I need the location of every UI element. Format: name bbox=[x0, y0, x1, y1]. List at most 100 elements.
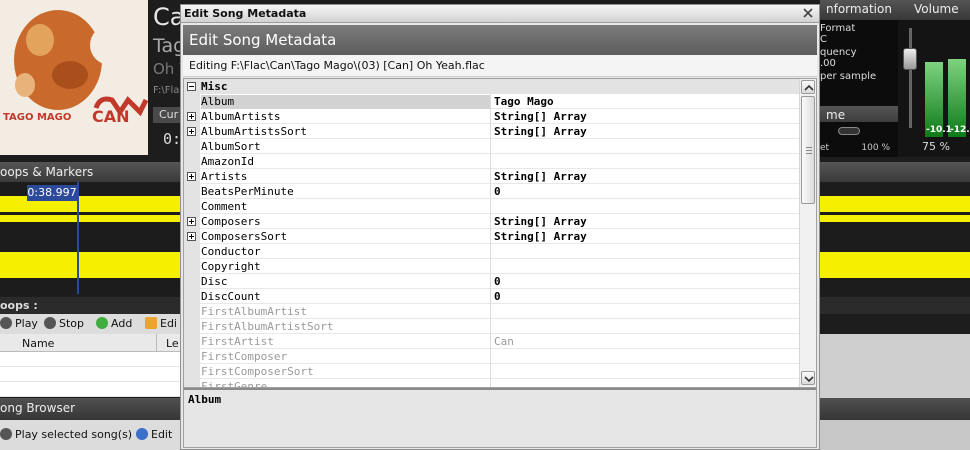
property-value[interactable]: Tago Mago bbox=[494, 95, 794, 109]
property-row[interactable]: Artists String[] Array bbox=[184, 169, 799, 184]
time-shift-knob[interactable] bbox=[838, 127, 860, 135]
expand-icon[interactable] bbox=[187, 127, 196, 136]
property-value[interactable] bbox=[494, 380, 794, 387]
vertical-scrollbar[interactable] bbox=[799, 79, 816, 387]
row-gutter bbox=[184, 139, 200, 154]
add-button[interactable]: Add bbox=[96, 317, 132, 330]
volume-db-right: -12.8 bbox=[950, 125, 970, 135]
marker-line[interactable] bbox=[77, 182, 79, 294]
expand-icon[interactable] bbox=[187, 172, 196, 181]
information-header: nformation bbox=[820, 0, 898, 20]
scroll-thumb[interactable] bbox=[801, 96, 815, 204]
row-gutter bbox=[184, 349, 200, 364]
property-row[interactable]: ComposersSort String[] Array bbox=[184, 229, 799, 244]
dialog-titlebar[interactable]: Edit Song Metadata bbox=[181, 5, 819, 23]
row-gutter bbox=[184, 124, 200, 139]
property-value[interactable]: String[] Array bbox=[494, 170, 794, 184]
property-row[interactable]: Copyright bbox=[184, 259, 799, 274]
property-value[interactable] bbox=[494, 365, 794, 379]
play-icon bbox=[0, 317, 12, 329]
property-name: Comment bbox=[201, 200, 248, 213]
property-value[interactable] bbox=[494, 350, 794, 364]
property-value[interactable]: String[] Array bbox=[494, 215, 794, 229]
stop-button[interactable]: Stop bbox=[44, 317, 84, 330]
property-row[interactable]: AmazonId bbox=[184, 154, 799, 169]
album-art: TAGO MAGO CAN bbox=[0, 0, 148, 155]
column-name[interactable]: Name bbox=[22, 337, 54, 350]
album-art-image: TAGO MAGO CAN bbox=[0, 0, 148, 155]
property-value[interactable]: 0 bbox=[494, 275, 794, 289]
property-row[interactable]: FirstAlbumArtistSort bbox=[184, 319, 799, 334]
property-value[interactable]: String[] Array bbox=[494, 230, 794, 244]
property-value[interactable]: String[] Array bbox=[494, 110, 794, 124]
category-row[interactable]: Misc bbox=[184, 79, 799, 94]
property-value[interactable] bbox=[494, 260, 794, 274]
scroll-grip bbox=[806, 153, 812, 154]
help-title: Album bbox=[188, 393, 222, 406]
property-row[interactable]: Album Tago Mago bbox=[184, 94, 799, 109]
property-row[interactable]: AlbumSort bbox=[184, 139, 799, 154]
property-row[interactable]: AlbumArtistsSort String[] Array bbox=[184, 124, 799, 139]
property-name: FirstAlbumArtist bbox=[201, 305, 307, 318]
property-row[interactable]: DiscCount 0 bbox=[184, 289, 799, 304]
scroll-up-button[interactable] bbox=[801, 80, 815, 94]
add-button-label: Add bbox=[111, 317, 133, 330]
column-length[interactable]: Le bbox=[166, 337, 179, 350]
property-value[interactable] bbox=[494, 200, 794, 214]
property-value[interactable] bbox=[494, 245, 794, 259]
row-gutter bbox=[184, 229, 200, 244]
expand-icon[interactable] bbox=[187, 232, 196, 241]
right-panel-area-bottom bbox=[820, 420, 970, 450]
property-row[interactable]: BeatsPerMinute 0 bbox=[184, 184, 799, 199]
property-row[interactable]: FirstGenre bbox=[184, 379, 799, 387]
edit-icon bbox=[145, 317, 157, 329]
volume-slider-thumb[interactable] bbox=[903, 48, 917, 70]
property-value[interactable]: 0 bbox=[494, 185, 794, 199]
property-row[interactable]: AlbumArtists String[] Array bbox=[184, 109, 799, 124]
property-name: AlbumArtists bbox=[201, 110, 281, 123]
expand-icon[interactable] bbox=[187, 217, 196, 226]
song-edit-button[interactable]: Edit bbox=[136, 428, 172, 441]
property-value[interactable] bbox=[494, 305, 794, 319]
time-shift-left-label: et bbox=[820, 143, 830, 153]
property-row[interactable]: Conductor bbox=[184, 244, 799, 259]
album-art-text-right: CAN bbox=[92, 107, 130, 126]
collapse-icon[interactable] bbox=[187, 82, 196, 91]
edit-button[interactable]: Edi bbox=[145, 317, 177, 330]
info-line: .00 bbox=[820, 58, 836, 69]
property-row[interactable]: FirstAlbumArtist bbox=[184, 304, 799, 319]
property-grid[interactable]: Misc Album Tago Mago AlbumArtists String[] … bbox=[183, 78, 817, 388]
column-separator bbox=[490, 349, 491, 364]
property-row[interactable]: Disc 0 bbox=[184, 274, 799, 289]
property-value[interactable] bbox=[494, 155, 794, 169]
row-gutter bbox=[184, 274, 200, 289]
marker-time-label: 0:38.997 bbox=[27, 185, 77, 201]
property-value[interactable] bbox=[494, 320, 794, 334]
play-button-label: Play bbox=[15, 317, 38, 330]
play-button[interactable]: Play bbox=[0, 317, 38, 330]
close-icon[interactable] bbox=[801, 6, 815, 20]
play-icon bbox=[0, 428, 12, 440]
volume-db-left: -10.1 bbox=[926, 125, 952, 135]
property-value[interactable] bbox=[494, 140, 794, 154]
row-gutter bbox=[184, 319, 200, 334]
property-value[interactable]: 0 bbox=[494, 290, 794, 304]
property-row[interactable]: Comment bbox=[184, 199, 799, 214]
current-time-tab[interactable]: Cur bbox=[153, 107, 183, 123]
property-row[interactable]: FirstArtist Can bbox=[184, 334, 799, 349]
row-gutter bbox=[184, 259, 200, 274]
property-row[interactable]: Composers String[] Array bbox=[184, 214, 799, 229]
dialog-window-title: Edit Song Metadata bbox=[184, 7, 307, 20]
play-selected-button[interactable]: Play selected song(s) bbox=[0, 428, 132, 441]
property-row[interactable]: FirstComposer bbox=[184, 349, 799, 364]
property-value[interactable]: Can bbox=[494, 335, 794, 349]
expand-icon[interactable] bbox=[187, 112, 196, 121]
info-line: per sample bbox=[820, 71, 877, 82]
column-separator bbox=[490, 94, 491, 109]
row-gutter bbox=[184, 109, 200, 124]
property-row[interactable]: FirstComposerSort bbox=[184, 364, 799, 379]
scroll-down-button[interactable] bbox=[801, 371, 815, 385]
row-gutter bbox=[184, 364, 200, 379]
property-value[interactable]: String[] Array bbox=[494, 125, 794, 139]
row-gutter bbox=[184, 184, 200, 199]
